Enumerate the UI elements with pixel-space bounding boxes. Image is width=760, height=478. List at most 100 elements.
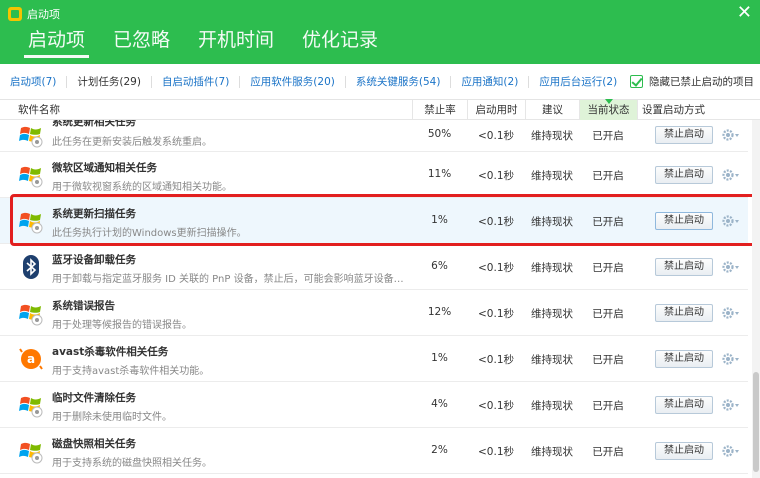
status-cell: 已开启 (592, 308, 624, 320)
tab-startup[interactable]: 启动项 (14, 26, 99, 60)
hide-disabled-option: 隐藏已禁止启动的项目 (630, 74, 754, 89)
task-name: 临时文件清除任务 (52, 392, 136, 404)
table-row[interactable]: 系统错误报告 用于处理等候报告的错误报告。 12% <0.1秒 维持现状 已开启… (0, 290, 748, 336)
hide-disabled-label: 隐藏已禁止启动的项目 (649, 76, 754, 88)
disable-startup-button[interactable]: 禁止启动 (655, 350, 713, 368)
advice-cell: 维持现状 (531, 308, 573, 320)
subnav-plugins[interactable]: 自启动插件(7) (152, 75, 241, 88)
time-cell: <0.1秒 (478, 130, 514, 142)
disable-startup-button[interactable]: 禁止启动 (655, 166, 713, 184)
advice-cell: 维持现状 (531, 216, 573, 228)
time-cell: <0.1秒 (478, 308, 514, 320)
table-row[interactable]: 系统更新相关任务 此任务在更新安装后触发系统重启。 50% <0.1秒 维持现状… (0, 120, 748, 152)
table-row[interactable]: 磁盘快照相关任务 用于支持系统的磁盘快照相关任务。 2% <0.1秒 维持现状 … (0, 428, 748, 474)
windows-icon (19, 442, 43, 464)
gear-dropdown-icon[interactable] (722, 168, 740, 182)
svg-text:a: a (27, 352, 35, 366)
tab-optimize-log[interactable]: 优化记录 (288, 26, 392, 60)
close-button[interactable]: ✕ (737, 4, 752, 22)
subnav-system-services[interactable]: 系统关键服务(54) (346, 75, 452, 88)
time-cell: <0.1秒 (478, 216, 514, 228)
disable-startup-button[interactable]: 禁止启动 (655, 258, 713, 276)
rate-cell: 1% (431, 214, 448, 226)
hide-disabled-checkbox[interactable] (630, 75, 643, 88)
time-cell: <0.1秒 (478, 170, 514, 182)
subnav-scheduled-tasks[interactable]: 计划任务(29) (67, 75, 152, 88)
gear-dropdown-icon[interactable] (722, 214, 740, 228)
windows-icon (19, 126, 43, 148)
avast-icon: a (19, 348, 43, 370)
tab-boot-time[interactable]: 开机时间 (184, 26, 288, 60)
windows-icon (19, 166, 43, 188)
column-header-startup-mode: 设置启动方式 (637, 100, 748, 120)
table-row-selected[interactable]: 系统更新扫描任务 此任务执行计划的Windows更新扫描操作。 1% <0.1秒… (0, 198, 748, 244)
task-name: avast杀毒软件相关任务 (52, 346, 169, 358)
advice-cell: 维持现状 (531, 400, 573, 412)
sub-navigation: 启动项(7) 计划任务(29) 自启动插件(7) 应用软件服务(20) 系统关键… (0, 64, 760, 100)
subnav-app-services[interactable]: 应用软件服务(20) (240, 75, 346, 88)
time-cell: <0.1秒 (478, 354, 514, 366)
task-desc: 用于卸载与指定蓝牙服务 ID 关联的 PnP 设备，禁止后，可能会影响蓝牙设备的… (52, 274, 412, 285)
time-cell: <0.1秒 (478, 446, 514, 458)
table-row[interactable]: 蓝牙设备卸载任务 用于卸载与指定蓝牙服务 ID 关联的 PnP 设备，禁止后，可… (0, 244, 748, 290)
advice-cell: 维持现状 (531, 262, 573, 274)
windows-icon (19, 304, 43, 326)
rate-cell: 2% (431, 444, 448, 456)
scrollbar-thumb[interactable] (753, 372, 759, 472)
disable-startup-button[interactable]: 禁止启动 (655, 126, 713, 144)
status-cell: 已开启 (592, 400, 624, 412)
gear-dropdown-icon[interactable] (722, 128, 740, 142)
status-cell: 已开启 (592, 262, 624, 274)
advice-cell: 维持现状 (531, 354, 573, 366)
gear-dropdown-icon[interactable] (722, 260, 740, 274)
disable-startup-button[interactable]: 禁止启动 (655, 396, 713, 414)
status-cell: 已开启 (592, 216, 624, 228)
column-header-time[interactable]: 启动用时 (467, 100, 525, 120)
disable-startup-button[interactable]: 禁止启动 (655, 304, 713, 322)
task-name: 微软区域通知相关任务 (52, 162, 157, 174)
column-header-status[interactable]: 当前状态 (579, 99, 637, 120)
tab-ignored[interactable]: 已忽略 (99, 26, 184, 60)
task-name: 系统更新相关任务 (52, 120, 136, 128)
task-name: 系统错误报告 (52, 300, 115, 312)
advice-cell: 维持现状 (531, 130, 573, 142)
column-header-name: 软件名称 (18, 104, 60, 116)
app-logo-icon (8, 7, 22, 21)
rate-cell: 6% (431, 260, 448, 272)
rate-cell: 50% (427, 128, 452, 140)
gear-dropdown-icon[interactable] (722, 352, 740, 366)
gear-dropdown-icon[interactable] (722, 306, 740, 320)
task-desc: 用于处理等候报告的错误报告。 (52, 320, 192, 331)
gear-dropdown-icon[interactable] (722, 398, 740, 412)
advice-cell: 维持现状 (531, 170, 573, 182)
time-cell: <0.1秒 (478, 400, 514, 412)
window-title: 启动项 (27, 8, 60, 21)
table-row[interactable]: a avast杀毒软件相关任务 用于支持avast杀毒软件相关功能。 1% <0… (0, 336, 748, 382)
column-header-advice: 建议 (525, 100, 579, 120)
header: 启动项 ✕ 启动项 已忽略 开机时间 优化记录 (0, 0, 760, 64)
column-header-rate[interactable]: 禁止率 (412, 100, 467, 120)
task-desc: 用于支持avast杀毒软件相关功能。 (52, 366, 210, 377)
subnav-app-notifications[interactable]: 应用通知(2) (451, 75, 530, 88)
subnav-startup[interactable]: 启动项(7) (0, 75, 68, 88)
subnav-background-apps[interactable]: 应用后台运行(2) (529, 76, 627, 88)
table-row[interactable]: 微软区域通知相关任务 用于微软视窗系统的区域通知相关功能。 11% <0.1秒 … (0, 152, 748, 198)
table-row[interactable]: 临时文件清除任务 用于删除未使用临时文件。 4% <0.1秒 维持现状 已开启 … (0, 382, 748, 428)
rate-cell: 12% (427, 306, 452, 318)
disable-startup-button[interactable]: 禁止启动 (655, 442, 713, 460)
task-name: 蓝牙设备卸载任务 (52, 254, 136, 266)
disable-startup-button[interactable]: 禁止启动 (655, 212, 713, 230)
status-cell: 已开启 (592, 130, 624, 142)
windows-icon (19, 396, 43, 418)
rate-cell: 4% (431, 398, 448, 410)
task-desc: 此任务在更新安装后触发系统重启。 (52, 137, 212, 148)
rate-cell: 11% (427, 168, 452, 180)
app-title: 启动项 (8, 6, 60, 22)
main-tabs: 启动项 已忽略 开机时间 优化记录 (14, 26, 392, 60)
time-cell: <0.1秒 (478, 262, 514, 274)
status-cell: 已开启 (592, 170, 624, 182)
task-name: 磁盘快照相关任务 (52, 438, 136, 450)
vertical-scrollbar[interactable] (752, 120, 760, 478)
task-desc: 用于微软视窗系统的区域通知相关功能。 (52, 182, 232, 193)
gear-dropdown-icon[interactable] (722, 444, 740, 458)
